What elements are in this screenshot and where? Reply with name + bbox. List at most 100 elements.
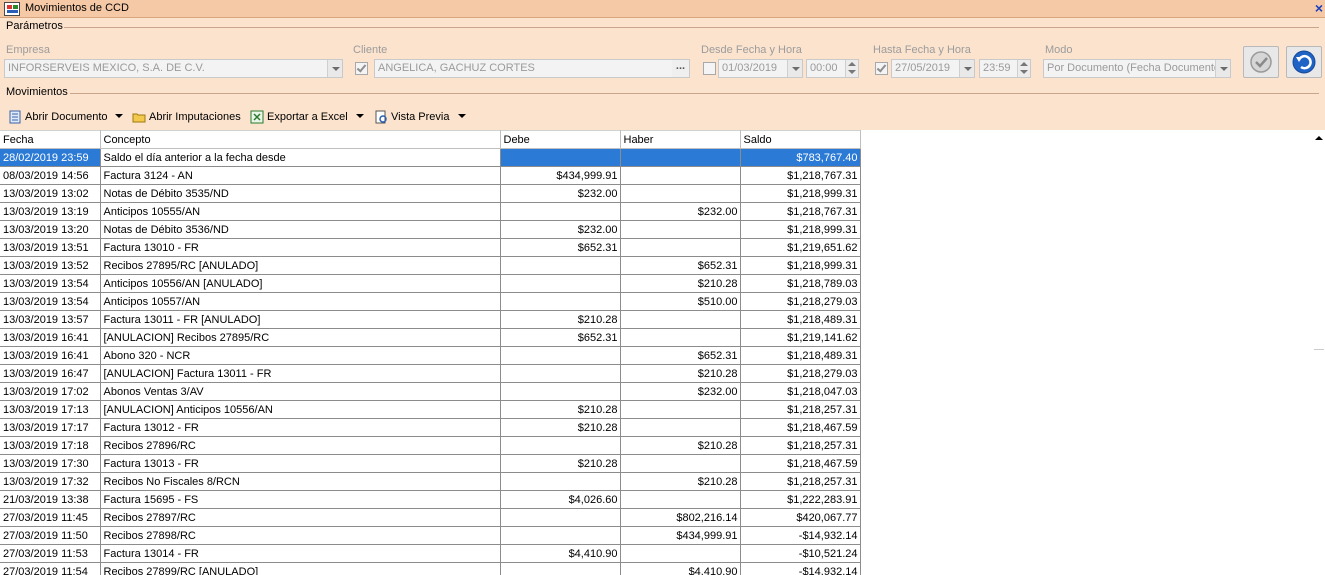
cell-concepto[interactable]: Abono 320 - NCR [100, 346, 501, 365]
cell-saldo[interactable]: $420,067.77 [740, 508, 861, 527]
empresa-select[interactable]: INFORSERVEIS MEXICO, S.A. DE C.V. [4, 59, 343, 78]
cell-concepto[interactable]: [ANULACION] Recibos 27895/RC [100, 328, 501, 347]
cell-fecha[interactable]: 13/03/2019 13:20 [0, 220, 101, 239]
exportar-excel-button[interactable]: Exportar a Excel [250, 108, 348, 126]
cell-saldo[interactable]: $1,218,999.31 [740, 256, 861, 275]
table-row[interactable]: 27/03/2019 11:54 Recibos 27899/RC [ANULAD… [0, 562, 861, 575]
cell-fecha[interactable]: 27/03/2019 11:54 [0, 562, 101, 575]
cell-fecha[interactable]: 21/03/2019 13:38 [0, 490, 101, 509]
vista-previa-button[interactable]: Vista Previa [374, 108, 450, 126]
cell-fecha[interactable]: 13/03/2019 13:51 [0, 238, 101, 257]
cell-haber[interactable]: $210.28 [620, 364, 741, 383]
cell-haber[interactable]: $434,999.91 [620, 526, 741, 545]
cell-fecha[interactable]: 13/03/2019 13:54 [0, 274, 101, 293]
table-row[interactable]: 13/03/2019 17:02 Abonos Ventas 3/AV $232.0… [0, 382, 861, 401]
cell-debe[interactable] [500, 292, 621, 311]
cell-debe[interactable]: $210.28 [500, 454, 621, 473]
cell-concepto[interactable]: Anticipos 10557/AN [100, 292, 501, 311]
cell-fecha[interactable]: 13/03/2019 13:54 [0, 292, 101, 311]
desde-date-field[interactable]: 01/03/2019 [718, 59, 803, 78]
cell-haber[interactable] [620, 184, 741, 203]
col-header-fecha[interactable]: Fecha [0, 130, 101, 149]
table-row[interactable]: 13/03/2019 13:20 Notas de Débito 3536/ND $… [0, 220, 861, 239]
cell-fecha[interactable]: 13/03/2019 17:30 [0, 454, 101, 473]
cell-concepto[interactable]: Recibos No Fiscales 8/RCN [100, 472, 501, 491]
cell-saldo[interactable]: $1,218,047.03 [740, 382, 861, 401]
cell-concepto[interactable]: Factura 13012 - FR [100, 418, 501, 437]
cell-fecha[interactable]: 13/03/2019 17:17 [0, 418, 101, 437]
cell-haber[interactable]: $652.31 [620, 256, 741, 275]
table-row[interactable]: 13/03/2019 17:30 Factura 13013 - FR $210.2… [0, 454, 861, 473]
cell-debe[interactable] [500, 256, 621, 275]
vista-previa-dropdown-icon[interactable] [458, 114, 466, 118]
table-row[interactable]: 13/03/2019 13:52 Recibos 27895/RC [ANULAD… [0, 256, 861, 275]
table-row[interactable]: 08/03/2019 14:56 Factura 3124 - AN $434,99… [0, 166, 861, 185]
cell-debe[interactable] [500, 274, 621, 293]
cell-concepto[interactable]: Factura 13013 - FR [100, 454, 501, 473]
chevron-down-icon[interactable] [327, 60, 342, 77]
cell-debe[interactable]: $210.28 [500, 400, 621, 419]
cell-haber[interactable]: $4,410.90 [620, 562, 741, 575]
cell-concepto[interactable]: Recibos 27896/RC [100, 436, 501, 455]
cell-fecha[interactable]: 28/02/2019 23:59 [0, 148, 101, 167]
cell-haber[interactable] [620, 148, 741, 167]
cell-concepto[interactable]: [ANULACION] Anticipos 10556/AN [100, 400, 501, 419]
cell-fecha[interactable]: 13/03/2019 16:41 [0, 328, 101, 347]
cell-saldo[interactable]: $1,218,279.03 [740, 292, 861, 311]
cell-saldo[interactable]: $1,218,999.31 [740, 184, 861, 203]
cell-concepto[interactable]: Factura 13014 - FR [100, 544, 501, 563]
cell-debe[interactable] [500, 526, 621, 545]
cell-concepto[interactable]: Recibos 27895/RC [ANULADO] [100, 256, 501, 275]
apply-button[interactable] [1243, 46, 1279, 78]
cell-fecha[interactable]: 08/03/2019 14:56 [0, 166, 101, 185]
table-row[interactable]: 13/03/2019 17:32 Recibos No Fiscales 8/RC… [0, 472, 861, 491]
cell-saldo[interactable]: $783,767.40 [740, 148, 861, 167]
cell-debe[interactable]: $210.28 [500, 418, 621, 437]
cell-saldo[interactable]: $1,218,789.03 [740, 274, 861, 293]
cell-debe[interactable]: $652.31 [500, 238, 621, 257]
time-spinner[interactable] [845, 60, 858, 77]
cell-debe[interactable] [500, 472, 621, 491]
table-row[interactable]: 13/03/2019 13:54 Anticipos 10557/AN $510.0… [0, 292, 861, 311]
cell-haber[interactable] [620, 454, 741, 473]
cell-haber[interactable] [620, 238, 741, 257]
table-row[interactable]: 27/03/2019 11:45 Recibos 27897/RC $802,216… [0, 508, 861, 527]
abrir-documento-button[interactable]: Abrir Documento [8, 108, 108, 126]
cell-haber[interactable] [620, 328, 741, 347]
cell-fecha[interactable]: 27/03/2019 11:50 [0, 526, 101, 545]
table-row[interactable]: 13/03/2019 17:17 Factura 13012 - FR $210.2… [0, 418, 861, 437]
back-button[interactable] [1286, 46, 1322, 78]
cell-haber[interactable] [620, 490, 741, 509]
table-row[interactable]: 27/03/2019 11:50 Recibos 27898/RC $434,999… [0, 526, 861, 545]
table-row[interactable]: 21/03/2019 13:38 Factura 15695 - FS $4,026… [0, 490, 861, 509]
cell-fecha[interactable]: 13/03/2019 17:32 [0, 472, 101, 491]
cell-debe[interactable] [500, 382, 621, 401]
cell-haber[interactable]: $652.31 [620, 346, 741, 365]
cell-concepto[interactable]: Anticipos 10556/AN [ANULADO] [100, 274, 501, 293]
table-row[interactable]: 13/03/2019 16:41 [ANULACION] Recibos 2789… [0, 328, 861, 347]
col-header-haber[interactable]: Haber [620, 130, 741, 149]
cell-saldo[interactable]: $1,218,257.31 [740, 472, 861, 491]
cell-haber[interactable] [620, 544, 741, 563]
cell-debe[interactable]: $232.00 [500, 220, 621, 239]
hasta-time-field[interactable]: 23:59 [979, 59, 1031, 78]
cell-saldo[interactable]: -$14,932.14 [740, 562, 861, 575]
cell-fecha[interactable]: 13/03/2019 13:02 [0, 184, 101, 203]
cliente-browse-button[interactable]: ... [672, 60, 689, 77]
cell-concepto[interactable]: Anticipos 10555/AN [100, 202, 501, 221]
scroll-up-icon[interactable] [1315, 136, 1323, 140]
cell-haber[interactable] [620, 310, 741, 329]
cell-haber[interactable]: $802,216.14 [620, 508, 741, 527]
cell-concepto[interactable]: Recibos 27898/RC [100, 526, 501, 545]
cell-fecha[interactable]: 13/03/2019 17:13 [0, 400, 101, 419]
cell-concepto[interactable]: Recibos 27899/RC [ANULADO] [100, 562, 501, 575]
cell-concepto[interactable]: Notas de Débito 3535/ND [100, 184, 501, 203]
cell-debe[interactable] [500, 346, 621, 365]
cell-fecha[interactable]: 13/03/2019 16:41 [0, 346, 101, 365]
hasta-checkbox[interactable] [875, 62, 888, 75]
hasta-date-field[interactable]: 27/05/2019 [891, 59, 975, 78]
vertical-scrollbar[interactable] [1313, 130, 1325, 575]
cell-saldo[interactable]: $1,218,999.31 [740, 220, 861, 239]
exportar-dropdown-icon[interactable] [356, 114, 364, 118]
table-row[interactable]: 13/03/2019 13:54 Anticipos 10556/AN [ANUL… [0, 274, 861, 293]
